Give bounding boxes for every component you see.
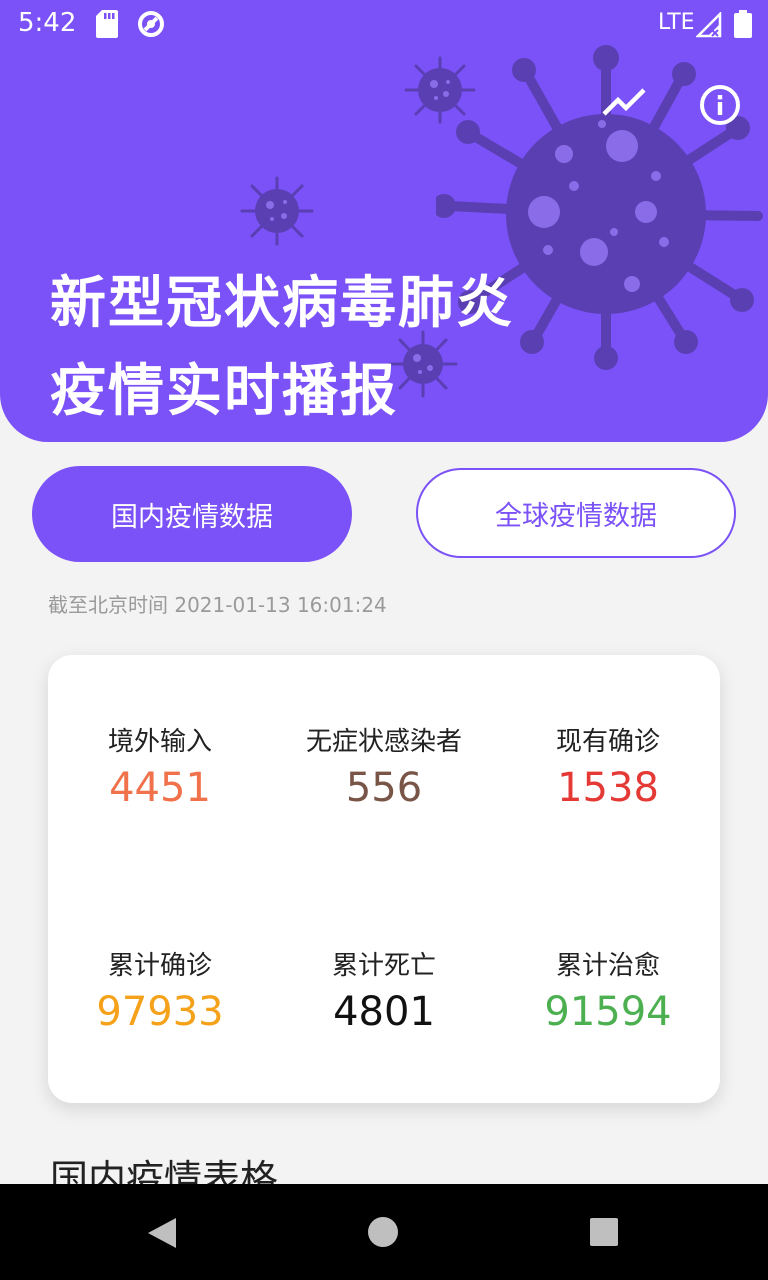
stat-label: 境外输入 <box>107 727 212 757</box>
back-icon[interactable] <box>146 1216 178 1250</box>
recents-icon[interactable] <box>590 1218 618 1246</box>
network-type: LTE <box>658 10 695 35</box>
stat-label: 无症状感染者 <box>305 727 462 757</box>
stats-card: 境外输入 4451 无症状感染者 556 现有确诊 1538 累计确诊 9793… <box>48 655 720 1103</box>
stat-value: 1538 <box>557 765 659 811</box>
stat-value: 4801 <box>333 989 435 1035</box>
info-icon[interactable] <box>698 83 742 127</box>
stat-label: 累计治愈 <box>555 951 660 981</box>
virus-icon <box>240 176 314 246</box>
virus-icon <box>404 56 476 124</box>
page-title-line2: 疫情实时播报 <box>50 359 398 424</box>
signal-icon <box>696 12 722 38</box>
header-banner: 5:42 LTE 新型冠状病毒肺炎 疫情实时播报 <box>0 0 768 442</box>
stat-value: 97933 <box>96 989 224 1035</box>
page-title-line1: 新型冠状病毒肺炎 <box>50 271 514 336</box>
status-time: 5:42 <box>18 8 77 38</box>
stat-value: 4451 <box>109 765 211 811</box>
trend-chart-icon[interactable] <box>600 84 648 124</box>
stat-imported: 境外输入 4451 <box>48 725 272 811</box>
stat-total-deaths: 累计死亡 4801 <box>272 949 496 1035</box>
stat-total-confirmed: 累计确诊 97933 <box>48 949 272 1035</box>
stat-total-recovered: 累计治愈 91594 <box>496 949 720 1035</box>
update-timestamp: 截至北京时间 2021-01-13 16:01:24 <box>48 593 387 617</box>
stat-asymptomatic: 无症状感染者 556 <box>272 725 496 811</box>
stat-label: 现有确诊 <box>555 727 660 757</box>
home-icon[interactable] <box>368 1217 398 1247</box>
stat-current-confirmed: 现有确诊 1538 <box>496 725 720 811</box>
stat-value: 91594 <box>544 989 672 1035</box>
battery-icon <box>734 10 752 38</box>
sd-card-icon <box>96 10 118 38</box>
stat-value: 556 <box>345 765 423 811</box>
sync-icon <box>138 11 164 37</box>
domestic-data-button[interactable]: 国内疫情数据 <box>32 466 352 562</box>
global-data-button[interactable]: 全球疫情数据 <box>416 468 736 558</box>
stat-label: 累计确诊 <box>107 951 212 981</box>
stat-label: 累计死亡 <box>331 951 436 981</box>
navigation-bar <box>0 1184 768 1280</box>
status-bar: 5:42 LTE <box>0 0 768 48</box>
